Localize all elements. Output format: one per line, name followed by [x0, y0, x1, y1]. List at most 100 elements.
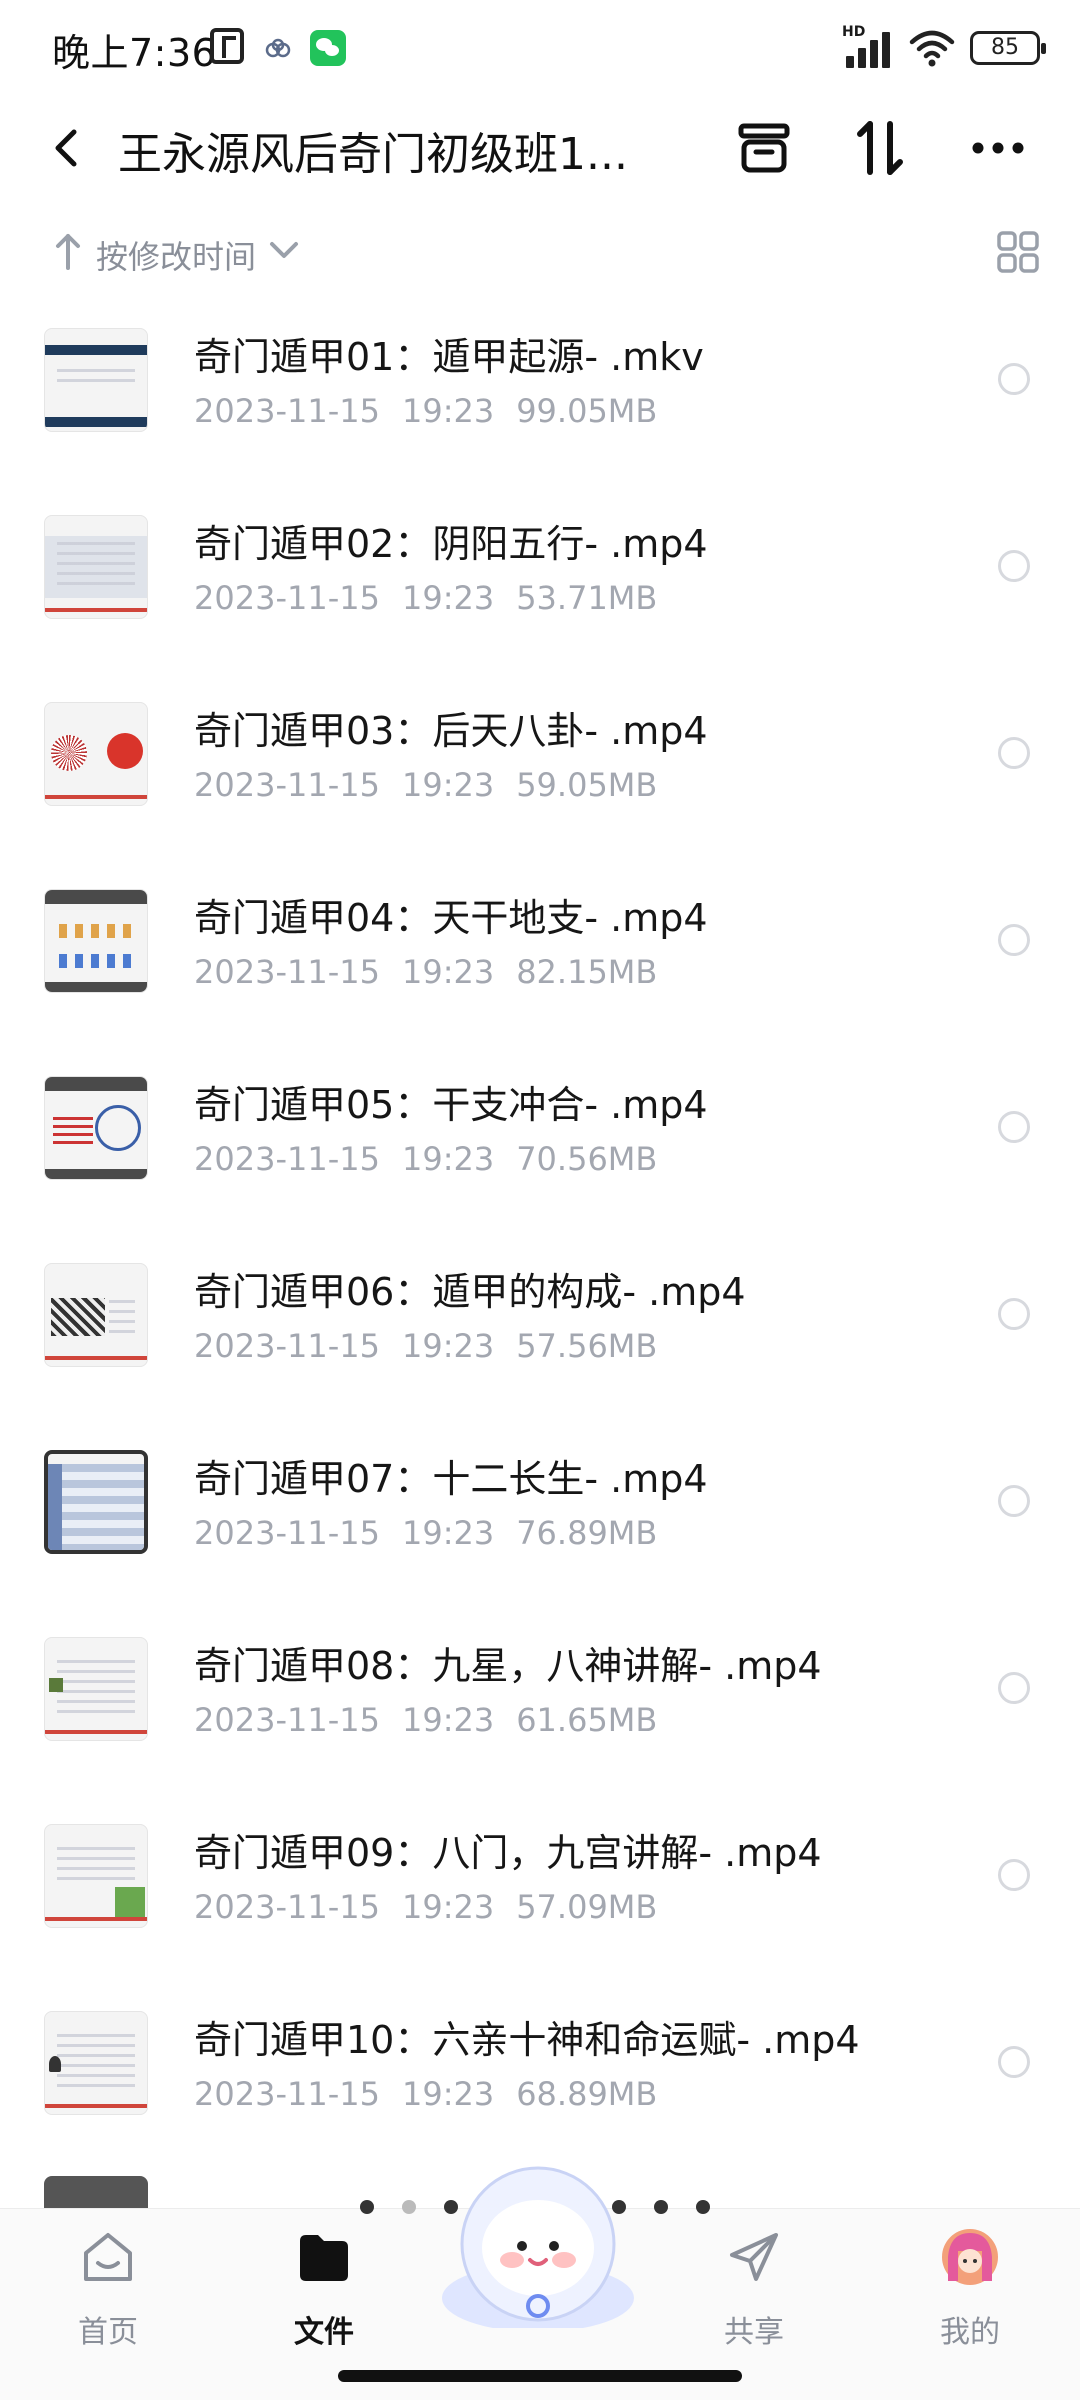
avatar-icon	[942, 2229, 998, 2285]
file-meta: 2023-11-15 19:23 99.05MB	[194, 392, 679, 430]
file-name: 奇门遁甲08：九星，八神讲解- .mp4	[194, 1644, 822, 1688]
battery-indicator: 85	[970, 31, 1046, 65]
nav-share-label: 共享	[724, 2315, 784, 2350]
file-date: 2023-11-15	[194, 2075, 380, 2113]
file-size: 57.56MB	[516, 1327, 658, 1365]
select-radio[interactable]	[998, 550, 1030, 582]
file-time: 19:23	[401, 1514, 495, 1552]
status-bar: 晚上7:36 HD 85	[0, 0, 1080, 96]
file-meta: 2023-11-15 19:23 68.89MB	[194, 2075, 679, 2113]
select-radio[interactable]	[998, 363, 1030, 395]
file-meta: 2023-11-15 19:23 57.56MB	[194, 1327, 679, 1365]
file-time: 19:23	[401, 1888, 495, 1926]
status-indicators: HD 85	[842, 24, 1046, 70]
mascot-assistant-icon[interactable]	[436, 2148, 640, 2328]
nav-share[interactable]: 共享	[674, 2209, 834, 2359]
file-date: 2023-11-15	[194, 1327, 380, 1365]
file-row[interactable]: 奇门遁甲08：九星，八神讲解- .mp4 2023-11-15 19:23 61.6…	[0, 1609, 1080, 1796]
file-size: 59.05MB	[516, 766, 658, 804]
file-size: 53.71MB	[516, 579, 658, 617]
file-date: 2023-11-15	[194, 1888, 380, 1926]
file-name: 奇门遁甲09：八门，九宫讲解- .mp4	[194, 1831, 822, 1875]
archive-box-icon[interactable]	[732, 116, 796, 180]
file-row[interactable]: 奇门遁甲02：阴阳五行- .mp4 2023-11-15 19:23 53.71MB	[0, 487, 1080, 674]
file-row[interactable]: 奇门遁甲10：六亲十神和命运赋- .mp4 2023-11-15 19:23 68.…	[0, 1983, 1080, 2170]
sort-bar[interactable]: 按修改时间	[0, 222, 1080, 282]
select-radio[interactable]	[998, 737, 1030, 769]
sort-order-icon[interactable]	[848, 116, 912, 180]
video-thumbnail	[44, 1263, 148, 1367]
select-radio[interactable]	[998, 1859, 1030, 1891]
file-size: 82.15MB	[516, 953, 658, 991]
paper-plane-icon	[730, 2233, 778, 2281]
status-time: 晚上7:36	[52, 31, 217, 75]
folder-icon	[300, 2235, 348, 2281]
file-row[interactable]: 奇门遁甲09：八门，九宫讲解- .mp4 2023-11-15 19:23 57.0…	[0, 1796, 1080, 1983]
app-screen: 晚上7:36 HD 85 王永源风后奇门初级班1... 按修改时间 奇门遁甲01…	[0, 0, 1080, 2400]
video-thumbnail	[44, 1450, 148, 1554]
file-time: 19:23	[401, 1327, 495, 1365]
nav-files[interactable]: 文件	[244, 2209, 404, 2359]
file-list: 奇门遁甲01：遁甲起源- .mkv 2023-11-15 19:23 99.05MB…	[0, 300, 1080, 2170]
select-radio[interactable]	[998, 2046, 1030, 2078]
file-time: 19:23	[401, 392, 495, 430]
nav-home[interactable]: 首页	[28, 2209, 188, 2359]
select-radio[interactable]	[998, 1485, 1030, 1517]
file-name: 奇门遁甲06：遁甲的构成- .mp4	[194, 1270, 746, 1314]
file-row[interactable]: 奇门遁甲01：遁甲起源- .mkv 2023-11-15 19:23 99.05MB	[0, 300, 1080, 487]
file-name: 奇门遁甲02：阴阳五行- .mp4	[194, 522, 708, 566]
file-time: 19:23	[401, 953, 495, 991]
video-thumbnail	[44, 515, 148, 619]
file-meta: 2023-11-15 19:23 76.89MB	[194, 1514, 679, 1552]
cellular-signal-icon: HD	[842, 24, 894, 68]
file-time: 19:23	[401, 1701, 495, 1739]
file-date: 2023-11-15	[194, 1140, 380, 1178]
video-thumbnail	[44, 328, 148, 432]
file-date: 2023-11-15	[194, 953, 380, 991]
sort-label[interactable]: 按修改时间	[96, 232, 256, 278]
file-name: 奇门遁甲03：后天八卦- .mp4	[194, 709, 708, 753]
select-radio[interactable]	[998, 924, 1030, 956]
file-row[interactable]: 奇门遁甲06：遁甲的构成- .mp4 2023-11-15 19:23 57.56M…	[0, 1235, 1080, 1422]
file-meta: 2023-11-15 19:23 61.65MB	[194, 1701, 679, 1739]
select-radio[interactable]	[998, 1111, 1030, 1143]
nfc-icon	[210, 28, 244, 64]
file-meta: 2023-11-15 19:23 82.15MB	[194, 953, 679, 991]
video-thumbnail	[44, 702, 148, 806]
file-row[interactable]: 奇门遁甲07：十二长生- .mp4 2023-11-15 19:23 76.89MB	[0, 1422, 1080, 1609]
page-title: 王永源风后奇门初级班1...	[118, 129, 628, 180]
file-name: 奇门遁甲04：天干地支- .mp4	[194, 896, 708, 940]
wechat-icon	[310, 30, 346, 66]
file-name: 奇门遁甲01：遁甲起源- .mkv	[194, 335, 704, 379]
home-icon	[84, 2233, 132, 2281]
video-thumbnail	[44, 1637, 148, 1741]
file-size: 61.65MB	[516, 1701, 658, 1739]
file-name: 奇门遁甲07：十二长生- .mp4	[194, 1457, 708, 1501]
file-row[interactable]: 奇门遁甲03：后天八卦- .mp4 2023-11-15 19:23 59.05MB	[0, 674, 1080, 861]
file-time: 19:23	[401, 1140, 495, 1178]
file-size: 99.05MB	[516, 392, 658, 430]
file-date: 2023-11-15	[194, 1701, 380, 1739]
file-row[interactable]: 奇门遁甲04：天干地支- .mp4 2023-11-15 19:23 82.15MB	[0, 861, 1080, 1048]
video-thumbnail	[44, 2011, 148, 2115]
video-thumbnail	[44, 1076, 148, 1180]
file-date: 2023-11-15	[194, 766, 380, 804]
select-radio[interactable]	[998, 1298, 1030, 1330]
cloud-sync-icon	[265, 38, 291, 58]
file-meta: 2023-11-15 19:23 59.05MB	[194, 766, 679, 804]
select-radio[interactable]	[998, 1672, 1030, 1704]
file-row[interactable]: 奇门遁甲05：干支冲合- .mp4 2023-11-15 19:23 70.56MB	[0, 1048, 1080, 1235]
more-options-icon[interactable]	[966, 116, 1030, 180]
chevron-down-icon	[270, 242, 298, 258]
file-date: 2023-11-15	[194, 1514, 380, 1552]
file-time: 19:23	[401, 766, 495, 804]
nav-mine[interactable]: 我的	[890, 2209, 1050, 2359]
back-arrow-icon[interactable]	[40, 120, 96, 176]
nav-files-label: 文件	[294, 2315, 354, 2350]
file-meta: 2023-11-15 19:23 70.56MB	[194, 1140, 679, 1178]
file-meta: 2023-11-15 19:23 57.09MB	[194, 1888, 679, 1926]
file-size: 76.89MB	[516, 1514, 658, 1552]
file-time: 19:23	[401, 579, 495, 617]
gesture-home-bar[interactable]	[338, 2370, 742, 2382]
grid-view-icon[interactable]	[996, 230, 1040, 274]
